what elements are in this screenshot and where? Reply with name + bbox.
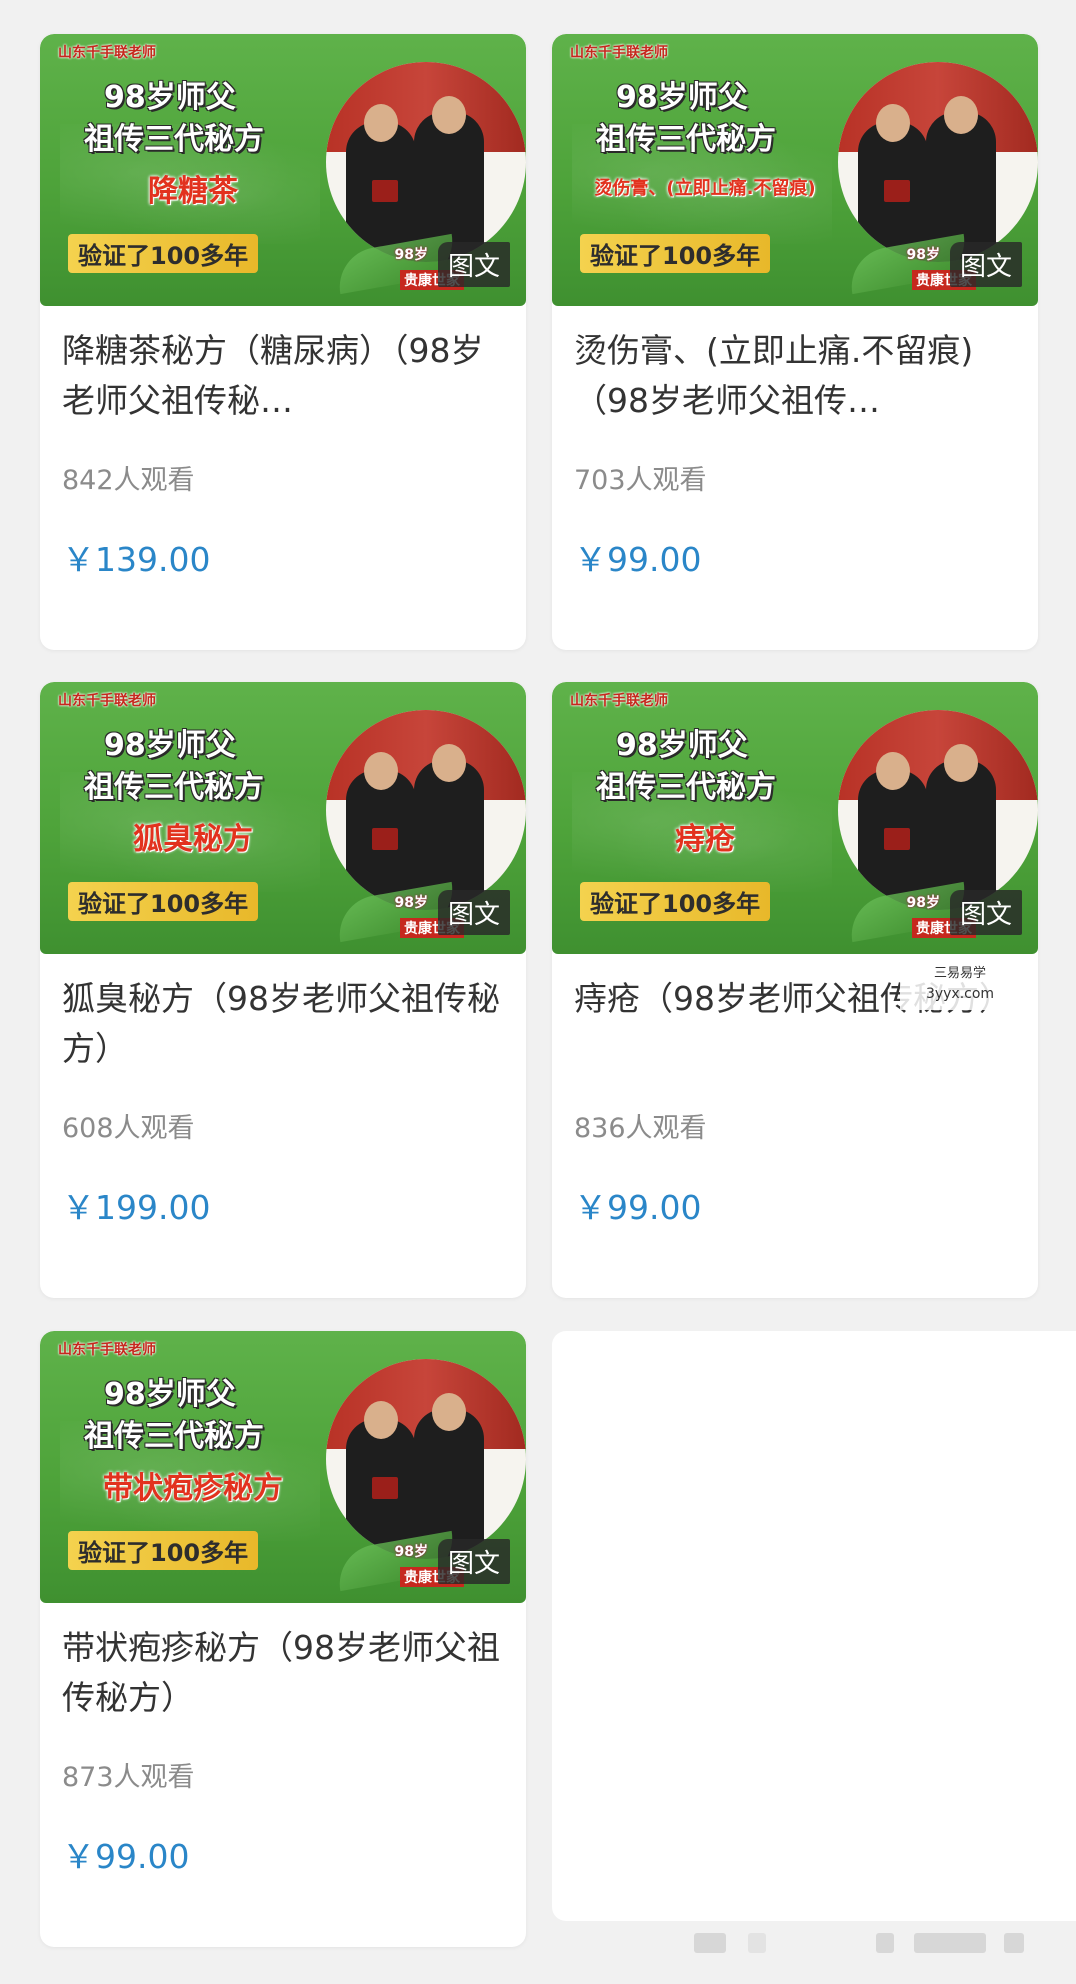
thumb-product-name: 痔疮 bbox=[675, 822, 735, 857]
master-photo bbox=[838, 710, 1038, 910]
product-title[interactable]: 狐臭秘方（98岁老师父祖传秘方） bbox=[62, 974, 504, 1074]
brand-age: 98岁 bbox=[394, 895, 428, 911]
product-thumbnail[interactable]: 山东千手联老师 98岁师父 祖传三代秘方 降糖茶 验证了100多年 98岁 贵康… bbox=[40, 34, 526, 306]
shop-name: 山东千手联老师 bbox=[570, 693, 668, 709]
content-type-badge: 图文 bbox=[437, 242, 510, 287]
blurred-mark bbox=[1004, 1933, 1024, 1953]
product-price: ￥99.00 bbox=[574, 1188, 702, 1227]
content-type-badge: 图文 bbox=[437, 1539, 510, 1584]
product-thumbnail[interactable]: 山东千手联老师 98岁师父 祖传三代秘方 狐臭秘方 验证了100多年 98岁 贵… bbox=[40, 682, 526, 954]
thumb-headline-1: 98岁师父 bbox=[104, 728, 236, 763]
view-count: 608人观看 bbox=[62, 1113, 195, 1144]
watermark-line-2: 3yyx.com bbox=[925, 986, 995, 1002]
thumb-product-name: 降糖茶 bbox=[148, 174, 238, 209]
master-photo bbox=[838, 62, 1038, 262]
thumb-headline-2: 祖传三代秘方 bbox=[84, 1419, 264, 1454]
product-price: ￥99.00 bbox=[62, 1837, 190, 1876]
shop-name: 山东千手联老师 bbox=[58, 693, 156, 709]
product-thumbnail[interactable]: 山东千手联老师 98岁师父 祖传三代秘方 带状疱疹秘方 验证了100多年 98岁… bbox=[40, 1331, 526, 1603]
view-count: 842人观看 bbox=[62, 465, 195, 496]
blurred-mark bbox=[876, 1933, 894, 1953]
product-title[interactable]: 降糖茶秘方（糖尿病）（98岁老师父祖传秘… bbox=[62, 326, 504, 426]
product-card[interactable]: 山东千手联老师 98岁师父 祖传三代秘方 烫伤膏、(立即止痛.不留痕) 验证了1… bbox=[552, 34, 1038, 650]
view-count: 873人观看 bbox=[62, 1762, 195, 1793]
product-title[interactable]: 烫伤膏、(立即止痛.不留痕)（98岁老师父祖传… bbox=[574, 326, 1016, 426]
view-count: 836人观看 bbox=[574, 1113, 707, 1144]
brand-age: 98岁 bbox=[906, 247, 940, 263]
blurred-mark bbox=[748, 1933, 766, 1953]
shop-name: 山东千手联老师 bbox=[58, 1342, 156, 1358]
product-thumbnail[interactable]: 山东千手联老师 98岁师父 祖传三代秘方 痔疮 验证了100多年 98岁 贵康世… bbox=[552, 682, 1038, 954]
shop-name: 山东千手联老师 bbox=[58, 45, 156, 61]
product-title[interactable]: 带状疱疹秘方（98岁老师父祖传秘方） bbox=[62, 1623, 504, 1723]
product-price: ￥199.00 bbox=[62, 1188, 211, 1227]
thumb-product-name: 带状疱疹秘方 bbox=[103, 1471, 283, 1506]
verified-banner: 验证了100多年 bbox=[68, 234, 259, 273]
product-card[interactable]: 山东千手联老师 98岁师父 祖传三代秘方 降糖茶 验证了100多年 98岁 贵康… bbox=[40, 34, 526, 650]
content-type-badge: 图文 bbox=[949, 242, 1022, 287]
verified-banner: 验证了100多年 bbox=[580, 882, 771, 921]
thumb-headline-2: 祖传三代秘方 bbox=[84, 770, 264, 805]
thumb-product-name: 烫伤膏、(立即止痛.不留痕) bbox=[594, 178, 816, 199]
brand-age: 98岁 bbox=[394, 1544, 428, 1560]
content-type-badge: 图文 bbox=[949, 890, 1022, 935]
thumb-headline-1: 98岁师父 bbox=[104, 1377, 236, 1412]
master-photo bbox=[326, 62, 526, 262]
product-card[interactable]: 山东千手联老师 98岁师父 祖传三代秘方 带状疱疹秘方 验证了100多年 98岁… bbox=[40, 1331, 526, 1947]
content-type-badge: 图文 bbox=[437, 890, 510, 935]
thumb-headline-2: 祖传三代秘方 bbox=[84, 122, 264, 157]
thumb-headline-1: 98岁师父 bbox=[616, 80, 748, 115]
thumb-headline-1: 98岁师父 bbox=[104, 80, 236, 115]
verified-banner: 验证了100多年 bbox=[580, 234, 771, 273]
watermark-line-1: 三易易学 bbox=[933, 966, 986, 981]
master-photo bbox=[326, 1359, 526, 1559]
master-photo bbox=[326, 710, 526, 910]
product-price: ￥99.00 bbox=[574, 540, 702, 579]
view-count: 703人观看 bbox=[574, 465, 707, 496]
watermark: 三易易学 3yyx.com bbox=[900, 964, 1020, 1010]
brand-age: 98岁 bbox=[906, 895, 940, 911]
verified-banner: 验证了100多年 bbox=[68, 1531, 259, 1570]
product-thumbnail[interactable]: 山东千手联老师 98岁师父 祖传三代秘方 烫伤膏、(立即止痛.不留痕) 验证了1… bbox=[552, 34, 1038, 306]
thumb-headline-1: 98岁师父 bbox=[616, 728, 748, 763]
thumb-product-name: 狐臭秘方 bbox=[133, 822, 253, 857]
blurred-mark bbox=[914, 1933, 986, 1953]
blurred-mark bbox=[694, 1933, 726, 1953]
empty-card-placeholder bbox=[552, 1331, 1076, 1921]
thumb-headline-2: 祖传三代秘方 bbox=[596, 122, 776, 157]
shop-name: 山东千手联老师 bbox=[570, 45, 668, 61]
product-price: ￥139.00 bbox=[62, 540, 211, 579]
verified-banner: 验证了100多年 bbox=[68, 882, 259, 921]
thumb-headline-2: 祖传三代秘方 bbox=[596, 770, 776, 805]
brand-age: 98岁 bbox=[394, 247, 428, 263]
product-card[interactable]: 山东千手联老师 98岁师父 祖传三代秘方 狐臭秘方 验证了100多年 98岁 贵… bbox=[40, 682, 526, 1298]
